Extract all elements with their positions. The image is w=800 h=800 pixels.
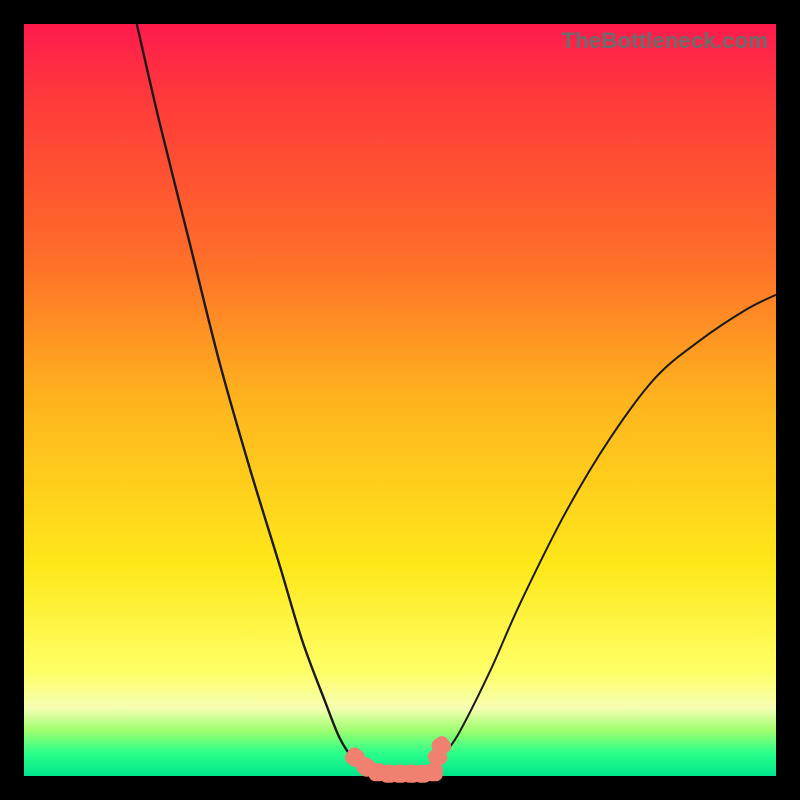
curve-layer [24,24,776,776]
plot-area: TheBottleneck.com [24,24,776,776]
right-curve [430,295,776,776]
marker-group [342,733,454,782]
left-curve [137,24,370,776]
chart-frame: TheBottleneck.com [0,0,800,800]
